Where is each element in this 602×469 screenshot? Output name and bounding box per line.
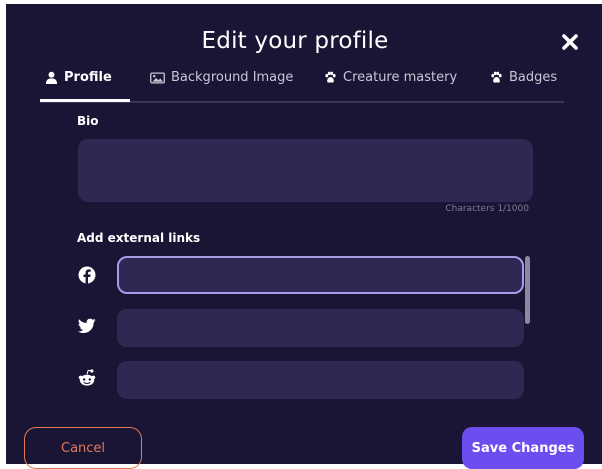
cancel-button[interactable]: Cancel <box>24 427 142 469</box>
tab-label: Profile <box>64 70 112 85</box>
bio-textarea[interactable] <box>78 139 533 202</box>
tab-profile[interactable]: Profile <box>45 70 112 85</box>
close-icon[interactable] <box>558 30 582 54</box>
twitter-link-input[interactable] <box>117 309 524 347</box>
tab-label: Background Image <box>171 70 294 85</box>
reddit-icon <box>77 368 96 386</box>
bio-char-count: Characters 1/1000 <box>445 204 529 214</box>
tab-label: Badges <box>509 70 558 85</box>
paw-icon <box>490 71 503 84</box>
tab-badges[interactable]: Badges <box>490 70 557 85</box>
reddit-link-input[interactable] <box>117 361 524 399</box>
facebook-icon <box>78 266 96 284</box>
tab-label: Creature mastery <box>343 70 458 85</box>
twitter-icon <box>77 318 96 336</box>
user-icon <box>45 71 58 84</box>
external-links-label: Add external links <box>77 231 201 245</box>
paw-icon <box>324 71 337 84</box>
image-icon <box>150 71 165 84</box>
bio-label: Bio <box>77 114 99 128</box>
modal-title: Edit your profile <box>201 28 389 54</box>
active-tab-indicator <box>40 99 130 102</box>
tab-background-image[interactable]: Background Image <box>150 70 293 85</box>
links-scrollbar[interactable] <box>525 256 530 324</box>
facebook-link-input[interactable] <box>117 256 524 294</box>
tab-creature-mastery[interactable]: Creature mastery <box>324 70 457 85</box>
save-changes-button[interactable]: Save Changes <box>462 427 584 469</box>
